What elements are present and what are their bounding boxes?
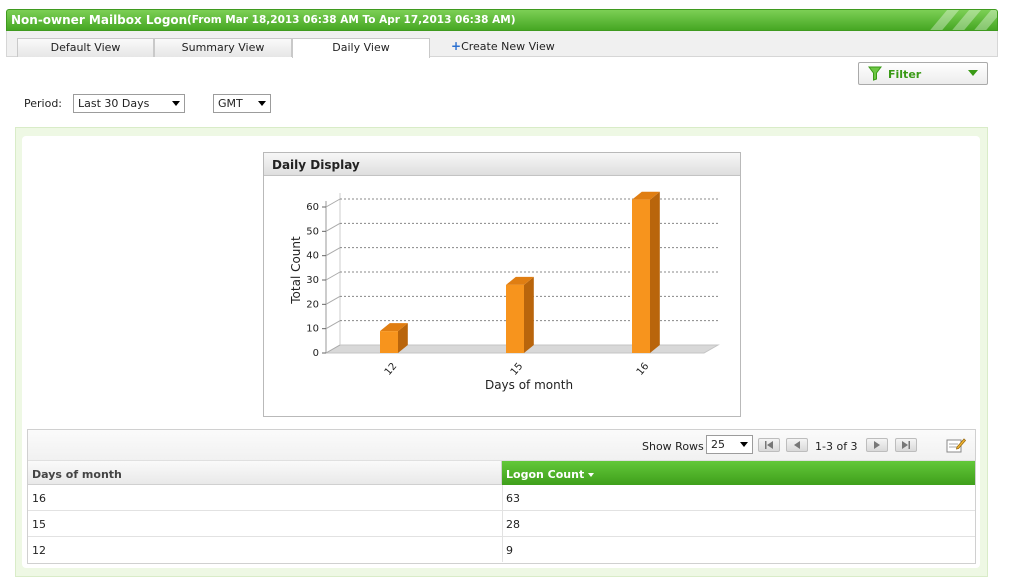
sort-desc-icon [588,473,595,477]
plus-icon: + [451,39,462,53]
funnel-icon [868,66,882,81]
data-table: Show Rows 25 1-3 of 3 Days of month Logo… [27,429,976,564]
column-header-days-of-month[interactable]: Days of month [28,461,502,485]
x-tick-label: 12 [383,361,400,378]
create-new-view-link[interactable]: +Create New View [451,39,555,53]
x-tick-label: 15 [509,361,526,378]
next-page-icon [874,441,880,449]
create-new-view-label: Create New View [461,40,555,53]
period-label: Period: [24,97,63,110]
gridline-diagonal [325,198,341,208]
chevron-down-icon [258,101,266,106]
timezone-select-value: GMT [218,97,243,110]
gridline-diagonal [325,222,341,232]
cell-count: 63 [506,492,520,505]
rows-per-page-select[interactable]: 25 [706,435,753,454]
bar [506,284,524,353]
column-header-logon-count-label: Logon Count [506,468,585,481]
gridline-diagonal [325,271,341,281]
cell-day: 12 [32,544,46,557]
y-tick-label: 50 [306,226,319,237]
y-tick-label: 40 [306,251,319,262]
x-axis-label: Days of month [485,378,573,392]
period-select[interactable]: Last 30 Days [73,94,185,113]
last-page-button[interactable] [895,438,917,452]
show-rows-label: Show Rows [642,440,704,453]
y-tick-label: 60 [306,202,319,213]
bar [380,331,398,353]
report-header: Non-owner Mailbox Logon (From Mar 18,201… [6,9,998,31]
gridline-diagonal [325,247,341,257]
y-tick-label: 30 [306,275,319,286]
chevron-down-icon [968,70,978,76]
top-strip [0,0,1010,9]
bar [632,199,650,353]
bar-side [524,276,534,353]
cell-count: 9 [506,544,513,557]
bar-side [650,191,660,353]
gridline-diagonal [325,295,341,305]
next-page-button[interactable] [866,438,888,452]
last-page-icon [902,441,910,449]
cell-day: 16 [32,492,46,505]
gridline-diagonal [325,320,341,330]
tab-daily-view[interactable]: Daily View [292,38,430,58]
table-row: 12 9 [28,537,975,563]
view-tabs: Default View Summary View Daily View +Cr… [6,31,998,58]
first-page-button[interactable] [758,438,780,452]
previous-page-icon [794,441,800,449]
table-row: 16 63 [28,485,975,511]
table-row: 15 28 [28,511,975,537]
y-axis-label: Total Count [289,236,303,305]
first-page-icon [765,441,773,449]
cell-day: 15 [32,518,46,531]
period-select-value: Last 30 Days [78,97,150,110]
page-info: 1-3 of 3 [815,440,858,453]
chart-panel: Daily Display 0 10 20 30 40 50 60 12 15 16 Days of… [263,152,741,417]
column-divider [502,511,503,536]
previous-page-button[interactable] [786,438,808,452]
y-tick-label: 0 [313,348,319,359]
column-divider [502,537,503,562]
edit-columns-icon[interactable] [946,437,966,453]
tab-default-view[interactable]: Default View [17,38,154,57]
bar-chart: 0 10 20 30 40 50 60 12 15 16 Days of month Total Co… [289,191,720,392]
rows-per-page-value: 25 [711,438,725,451]
tab-summary-view[interactable]: Summary View [154,38,292,57]
x-tick-label: 16 [635,361,652,378]
y-tick-label: 20 [306,299,319,310]
y-tick-label: 10 [306,324,319,335]
report-date-range: (From Mar 18,2013 06:38 AM To Apr 17,201… [187,14,516,26]
column-divider [502,485,503,510]
report-title: Non-owner Mailbox Logon [11,13,188,27]
cell-count: 28 [506,518,520,531]
chevron-down-icon [740,442,748,447]
column-header-logon-count[interactable]: Logon Count [502,461,975,485]
timezone-select[interactable]: GMT [213,94,271,113]
filter-label: Filter [888,68,922,81]
table-toolbar: Show Rows 25 1-3 of 3 [28,430,975,461]
filter-button[interactable]: Filter [858,62,988,85]
chevron-down-icon [172,101,180,106]
